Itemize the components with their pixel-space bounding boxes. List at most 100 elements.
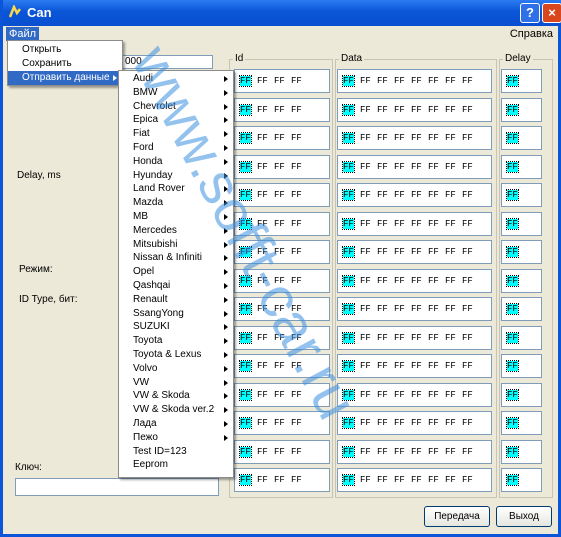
file-menu-item[interactable]: Открыть bbox=[8, 43, 122, 57]
file-menu-item[interactable]: Отправить данные bbox=[8, 71, 122, 85]
id-cell[interactable]: FF FF FF FF bbox=[234, 354, 330, 378]
id-cell[interactable]: FF FF FF FF bbox=[234, 154, 330, 179]
delay-cell[interactable]: FF bbox=[501, 411, 542, 435]
byte-value: FF bbox=[445, 218, 456, 229]
submenu-item[interactable]: VW & Skoda ver.2 bbox=[119, 403, 233, 417]
send-button[interactable]: Передача bbox=[424, 506, 490, 527]
submenu-item[interactable]: SsangYong bbox=[119, 307, 233, 321]
byte-value: FF bbox=[411, 418, 422, 428]
submenu-item[interactable]: Audi bbox=[119, 72, 233, 86]
submenu-item[interactable]: VW bbox=[119, 376, 233, 390]
file-menu-item[interactable]: Сохранить bbox=[8, 57, 122, 71]
submenu-item[interactable]: Epica bbox=[119, 113, 233, 127]
submenu-item[interactable]: Opel bbox=[119, 265, 233, 279]
data-cell[interactable]: FF FF FF FF FF FF FF FF bbox=[337, 382, 492, 407]
submenu-arrow-icon bbox=[224, 255, 228, 262]
delay-cell[interactable]: FF bbox=[501, 211, 542, 236]
id-cell[interactable]: FF FF FF FF bbox=[234, 268, 330, 293]
menu-file[interactable]: Файл bbox=[6, 27, 40, 41]
data-cell[interactable]: FF FF FF FF FF FF FF FF bbox=[337, 211, 492, 236]
submenu-item[interactable]: Mazda bbox=[119, 196, 233, 210]
submenu-item[interactable]: Renault bbox=[119, 293, 233, 307]
close-button[interactable]: × bbox=[542, 3, 561, 23]
byte-value: FF bbox=[342, 160, 355, 173]
submenu-item[interactable]: Volvo bbox=[119, 362, 233, 376]
data-cell[interactable]: FF FF FF FF FF FF FF FF bbox=[337, 69, 492, 93]
data-cell[interactable]: FF FF FF FF FF FF FF FF bbox=[337, 183, 492, 207]
data-cell[interactable]: FF FF FF FF FF FF FF FF bbox=[337, 468, 492, 492]
delay-cell[interactable]: FF bbox=[501, 126, 542, 150]
delay-cell[interactable]: FF bbox=[501, 468, 542, 492]
submenu-item[interactable]: BMW bbox=[119, 86, 233, 100]
submenu-item[interactable]: Fiat bbox=[119, 127, 233, 141]
delay-cell[interactable]: FF bbox=[501, 439, 542, 464]
delay-cell[interactable]: FF bbox=[501, 354, 542, 378]
submenu-item[interactable]: Toyota & Lexus bbox=[119, 348, 233, 362]
submenu-item[interactable]: Qashqai bbox=[119, 279, 233, 293]
delay-cell[interactable]: FF bbox=[501, 183, 542, 207]
data-cell[interactable]: FF FF FF FF FF FF FF FF bbox=[337, 354, 492, 378]
submenu-item-label: BMW bbox=[133, 86, 158, 98]
delay-cell[interactable]: FF bbox=[501, 325, 542, 350]
submenu-item[interactable]: Nissan & Infiniti bbox=[119, 251, 233, 265]
delay-cell[interactable]: FF bbox=[501, 297, 542, 321]
submenu-item[interactable]: Hyunday bbox=[119, 169, 233, 183]
data-cell[interactable]: FF FF FF FF FF FF FF FF bbox=[337, 411, 492, 435]
id-cell[interactable]: FF FF FF FF bbox=[234, 97, 330, 122]
delay-cell[interactable]: FF bbox=[501, 240, 542, 264]
data-cell[interactable]: FF FF FF FF FF FF FF FF bbox=[337, 240, 492, 264]
submenu-item[interactable]: MB bbox=[119, 210, 233, 224]
menu-help[interactable]: Справка bbox=[510, 28, 553, 40]
submenu-item[interactable]: Лада bbox=[119, 417, 233, 431]
submenu-item[interactable]: Ford bbox=[119, 141, 233, 155]
data-cell[interactable]: FF FF FF FF FF FF FF FF bbox=[337, 268, 492, 293]
data-cell[interactable]: FF FF FF FF FF FF FF FF bbox=[337, 154, 492, 179]
submenu-item[interactable]: Test ID=123 bbox=[119, 445, 233, 459]
submenu-item[interactable]: Пежо bbox=[119, 431, 233, 445]
id-cell[interactable]: FF FF FF FF bbox=[234, 297, 330, 321]
key-input[interactable] bbox=[15, 478, 219, 496]
byte-value: FF bbox=[411, 361, 422, 371]
data-cell[interactable]: FF FF FF FF FF FF FF FF bbox=[337, 439, 492, 464]
delay-cell[interactable]: FF bbox=[501, 97, 542, 122]
id-cell[interactable]: FF FF FF FF bbox=[234, 382, 330, 407]
data-cell[interactable]: FF FF FF FF FF FF FF FF bbox=[337, 297, 492, 321]
delay-cell[interactable]: FF bbox=[501, 382, 542, 407]
id-cell[interactable]: FF FF FF FF bbox=[234, 211, 330, 236]
help-button[interactable]: ? bbox=[520, 3, 540, 23]
submenu-item[interactable]: Mitsubishi bbox=[119, 238, 233, 252]
submenu-item[interactable]: Toyota bbox=[119, 334, 233, 348]
submenu-item-label: Ford bbox=[133, 142, 154, 153]
delay-cell[interactable]: FF bbox=[501, 268, 542, 293]
id-cell[interactable]: FF FF FF FF bbox=[234, 183, 330, 207]
id-cell[interactable]: FF FF FF FF bbox=[234, 69, 330, 93]
submenu-item[interactable]: Mercedes bbox=[119, 224, 233, 238]
submenu-item[interactable]: Eeprom bbox=[119, 458, 233, 472]
title-bar[interactable]: Can ? × bbox=[3, 0, 561, 26]
exit-button[interactable]: Выход bbox=[496, 506, 552, 527]
byte-value: FF bbox=[342, 75, 355, 87]
id-cell[interactable]: FF FF FF FF bbox=[234, 126, 330, 150]
submenu-item[interactable]: Land Rover bbox=[119, 182, 233, 196]
data-cell[interactable]: FF FF FF FF FF FF FF FF bbox=[337, 97, 492, 122]
submenu-item[interactable]: VW & Skoda bbox=[119, 389, 233, 403]
id-cell[interactable]: FF FF FF FF bbox=[234, 468, 330, 492]
byte-value: FF bbox=[274, 418, 285, 428]
submenu-item-label: Qashqai bbox=[133, 280, 171, 291]
submenu-item[interactable]: SUZUKI bbox=[119, 320, 233, 334]
submenu-arrow-icon bbox=[224, 214, 228, 220]
id-cell[interactable]: FF FF FF FF bbox=[234, 439, 330, 464]
submenu-item[interactable]: Chevrolet bbox=[119, 100, 233, 114]
data-cell[interactable]: FF FF FF FF FF FF FF FF bbox=[337, 325, 492, 350]
data-cell[interactable]: FF FF FF FF FF FF FF FF bbox=[337, 126, 492, 150]
byte-value: FF bbox=[360, 133, 371, 143]
delay-cell[interactable]: FF bbox=[501, 154, 542, 179]
top-field[interactable]: 000 bbox=[121, 55, 213, 69]
byte-value: FF bbox=[257, 247, 268, 257]
id-cell[interactable]: FF FF FF FF bbox=[234, 240, 330, 264]
submenu-item[interactable]: Honda bbox=[119, 155, 233, 169]
submenu-arrow-icon bbox=[224, 241, 228, 248]
id-cell[interactable]: FF FF FF FF bbox=[234, 411, 330, 435]
id-cell[interactable]: FF FF FF FF bbox=[234, 325, 330, 350]
delay-cell[interactable]: FF bbox=[501, 69, 542, 93]
